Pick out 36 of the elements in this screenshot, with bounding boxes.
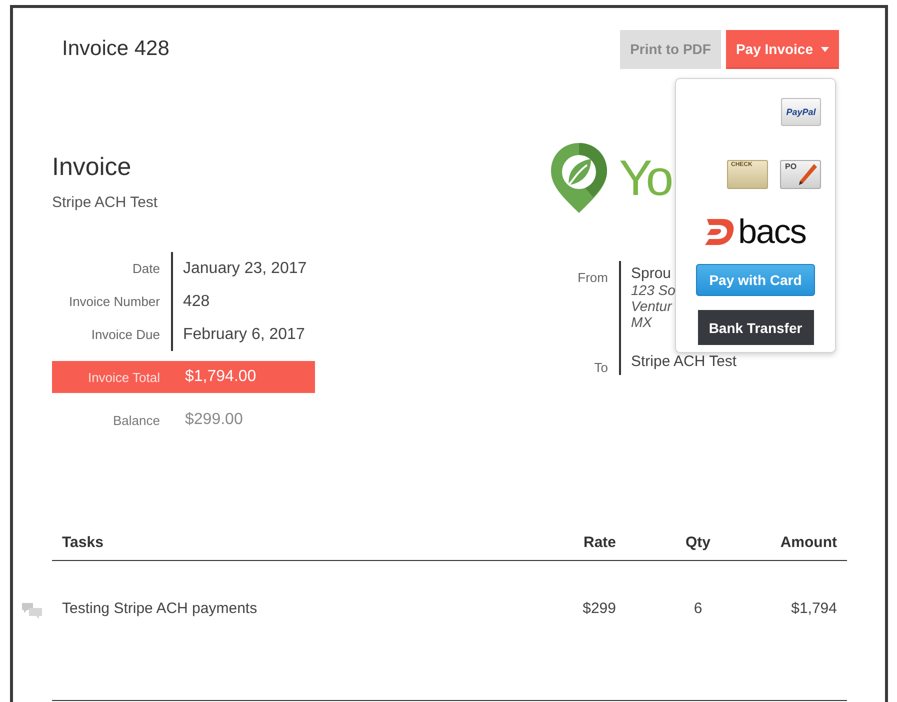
total-label: Invoice Total [86,370,161,384]
column-header: Qty [684,534,712,550]
table-cell-text: 6 [692,600,704,617]
client-name: Stripe ACH Test [52,194,159,211]
column-header: Amount [779,534,838,550]
party-name: Sprou [631,265,672,282]
detail-label: Invoice Due [52,318,173,351]
detail-value: January 23, 2017 [182,258,308,278]
purchase-order-option[interactable]: PO [780,160,821,189]
detail-value: 428 [182,292,211,312]
balance-label: Balance [112,412,161,428]
page-title: Invoice 428 [62,37,170,61]
column-header: Tasks [61,534,104,550]
address-line: 123 So [631,282,676,298]
party-label: From [549,261,621,330]
caret-icon [821,46,829,52]
pencil-icon [796,163,818,187]
detail-label: Date [52,252,173,285]
bank-transfer-button[interactable]: Bank Transfer [698,310,814,345]
column-header: Rate [582,534,617,550]
table-cell-text: Testing Stripe ACH payments [61,600,258,617]
party-label: To [549,351,621,375]
address-line: MX [631,314,652,330]
party-name: Stripe ACH Test [631,353,737,370]
detail-label: Invoice Number [52,285,173,318]
table-cell-text: $299 [582,600,617,617]
paypal-option[interactable]: PayPal [781,98,821,126]
address-line: Ventur [631,298,672,314]
total-value: $1,794.00 [184,368,258,386]
table-cell-text: $1,794 [790,600,838,617]
logo-text: Yo [619,149,672,207]
invoice-heading: Invoice [52,152,132,183]
bacs-logo-text[interactable]: bacs [738,215,806,249]
leaf-pin-icon [549,141,609,215]
detail-value: February 6, 2017 [182,324,306,344]
balance-value: $299.00 [184,411,244,429]
